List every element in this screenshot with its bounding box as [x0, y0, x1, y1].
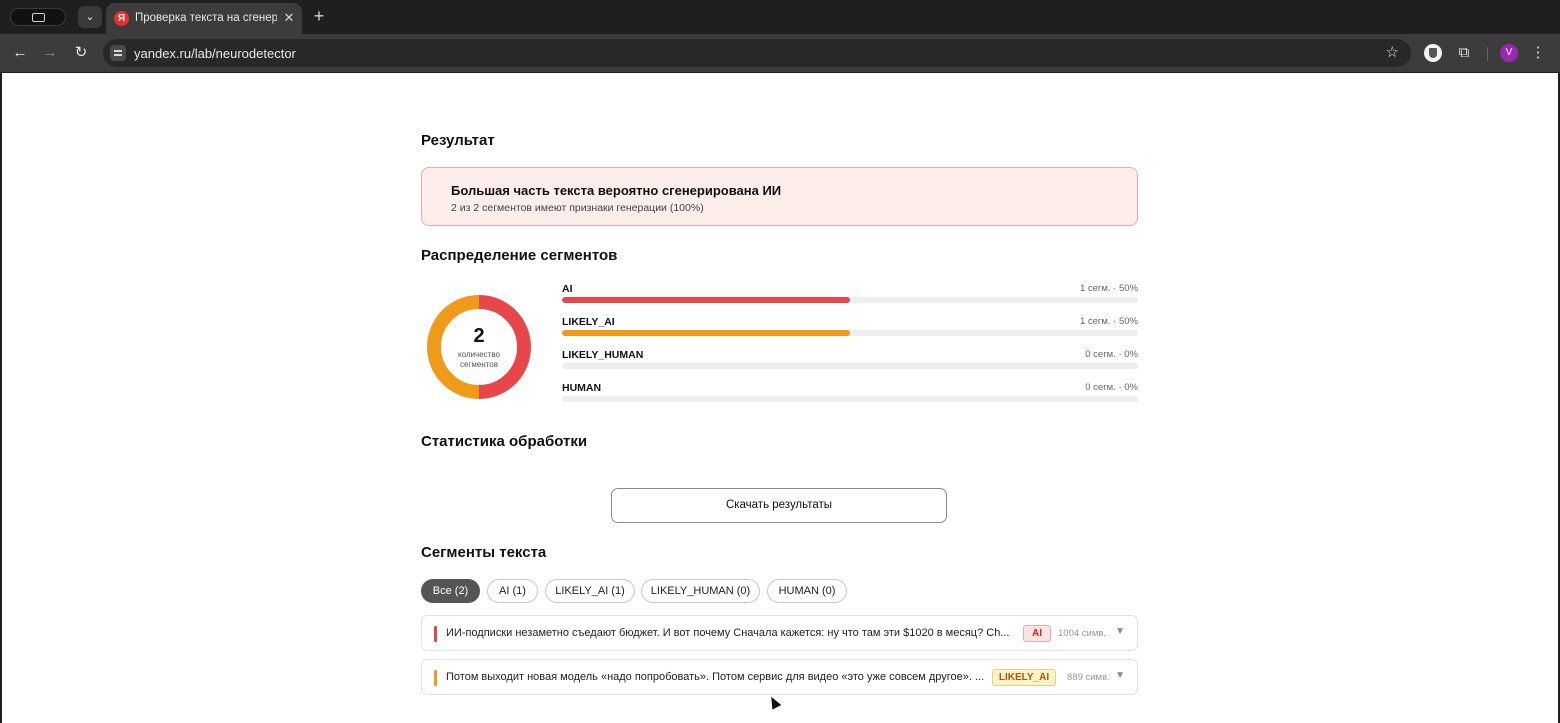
- bar-track: [562, 396, 1138, 402]
- filter-human[interactable]: HUMAN (0): [767, 579, 847, 603]
- bar-meta: 0 сегм. · 0%: [1085, 349, 1138, 360]
- segments-donut-chart: 2 количество сегментов: [427, 295, 531, 399]
- bar-label: LIKELY_HUMAN: [562, 349, 644, 361]
- bar-label: HUMAN: [562, 382, 602, 394]
- back-button[interactable]: ←: [10, 43, 30, 63]
- download-results-button[interactable]: Скачать результаты: [611, 488, 947, 523]
- bar-track: [562, 330, 1138, 336]
- address-bar[interactable]: yandex.ru/lab/neurodetector ☆: [103, 39, 1411, 67]
- close-tab-icon[interactable]: ✕: [282, 10, 296, 26]
- bar-row-likely-ai: LIKELY_AI 1 сегм. · 50%: [562, 316, 1138, 349]
- profile-avatar[interactable]: V: [1500, 44, 1518, 62]
- segment-text: Потом выходит новая модель «надо попробо…: [446, 671, 985, 683]
- segment-filters: Все (2) AI (1) LIKELY_AI (1) LIKELY_HUMA…: [421, 579, 1139, 603]
- result-heading: Результат: [421, 132, 495, 149]
- forward-button[interactable]: →: [40, 43, 60, 63]
- bar-track: [562, 363, 1138, 369]
- filter-likely-ai[interactable]: LIKELY_AI (1): [545, 579, 635, 603]
- bar-row-ai: AI 1 сегм. · 50%: [562, 283, 1138, 316]
- extensions-puzzle-icon[interactable]: ⧉: [1455, 44, 1473, 62]
- toolbar-divider: [1487, 47, 1488, 61]
- tab-strip: ⌄ Я Проверка текста на сгенерированность…: [0, 0, 1560, 34]
- browser-menu-icon[interactable]: ⋮: [1529, 44, 1547, 62]
- chevron-down-icon: ⌄: [85, 11, 95, 23]
- bar-meta: 1 сегм. · 50%: [1079, 316, 1138, 327]
- result-verdict: Большая часть текста вероятно сгенериров…: [451, 183, 782, 198]
- segment-text: ИИ-подписки незаметно съедают бюджет. И …: [446, 627, 1010, 639]
- active-tab[interactable]: Я Проверка текста на сгенерированность ✕: [106, 3, 302, 34]
- bar-row-likely-human: LIKELY_HUMAN 0 сегм. · 0%: [562, 349, 1138, 382]
- url-text[interactable]: yandex.ru/lab/neurodetector: [134, 46, 296, 61]
- segment-badge: AI: [1023, 625, 1051, 642]
- tab-search-button[interactable]: [10, 8, 66, 26]
- result-detail: 2 из 2 сегментов имеют признаки генераци…: [451, 202, 704, 214]
- segments-heading: Сегменты текста: [421, 544, 547, 561]
- reload-button[interactable]: ↻: [71, 43, 91, 63]
- result-summary-box: Большая часть текста вероятно сгенериров…: [421, 167, 1138, 226]
- bookmark-star-icon[interactable]: ☆: [1386, 44, 1399, 62]
- browser-window: ⌄ Я Проверка текста на сгенерированность…: [0, 0, 1560, 723]
- segment-char-count: 889 симв.: [1067, 672, 1110, 683]
- tab-title: Проверка текста на сгенерированность: [135, 12, 277, 24]
- segment-row[interactable]: ИИ-подписки незаметно съедают бюджет. И …: [421, 615, 1138, 651]
- yandex-favicon-icon: Я: [114, 11, 129, 26]
- segment-count-label: количество сегментов: [458, 350, 500, 369]
- filter-likely-human[interactable]: LIKELY_HUMAN (0): [641, 579, 760, 603]
- bar-meta: 1 сегм. · 50%: [1079, 283, 1138, 294]
- window-icon: [32, 13, 45, 22]
- page-viewport: Результат Большая часть текста вероятно …: [2, 73, 1558, 723]
- tab-list-button[interactable]: ⌄: [78, 6, 102, 28]
- site-info-icon[interactable]: [110, 45, 126, 61]
- segment-badge: LIKELY_AI: [992, 669, 1056, 686]
- bar-label: LIKELY_AI: [562, 316, 615, 328]
- extension-shield-icon[interactable]: [1424, 44, 1442, 62]
- segment-char-count: 1004 симв.: [1058, 628, 1107, 639]
- new-tab-button[interactable]: +: [309, 6, 329, 26]
- bar-meta: 0 сегм. · 0%: [1085, 382, 1138, 393]
- segment-count: 2: [473, 325, 485, 347]
- segment-color-marker: [434, 670, 437, 686]
- filter-ai[interactable]: AI (1): [487, 579, 538, 603]
- distribution-heading: Распределение сегментов: [421, 247, 618, 264]
- expand-chevron-icon[interactable]: ▼: [1115, 626, 1125, 637]
- browser-toolbar: ← → ↻ yandex.ru/lab/neurodetector ☆ ⧉ V …: [0, 34, 1560, 72]
- segment-row[interactable]: Потом выходит новая модель «надо попробо…: [421, 659, 1138, 695]
- bar-track: [562, 297, 1138, 303]
- stats-heading: Статистика обработки: [421, 433, 588, 450]
- bar-fill: [562, 330, 850, 336]
- bar-row-human: HUMAN 0 сегм. · 0%: [562, 382, 1138, 415]
- expand-chevron-icon[interactable]: ▼: [1115, 670, 1125, 681]
- bar-fill: [562, 297, 850, 303]
- filter-all[interactable]: Все (2): [421, 579, 480, 603]
- bar-label: AI: [562, 283, 573, 295]
- segment-color-marker: [434, 626, 437, 642]
